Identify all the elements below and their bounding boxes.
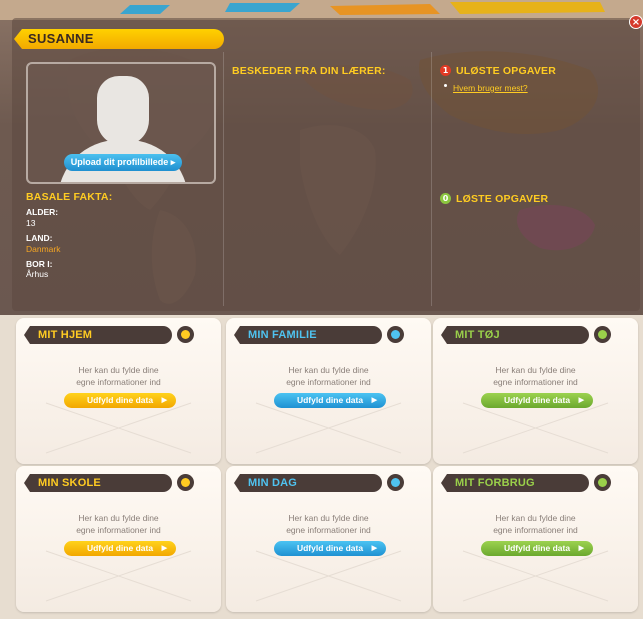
unsolved-tasks-icon: 1 bbox=[440, 65, 451, 76]
bullet-icon bbox=[444, 84, 447, 87]
card-tab: MIT HJEM bbox=[24, 326, 172, 344]
chevron-right-icon: ▸ bbox=[170, 157, 176, 167]
fill-data-button[interactable]: Udfyld dine data ▶ bbox=[274, 541, 386, 556]
fact-value-country: Danmark bbox=[26, 244, 61, 254]
card-mit-toej: MIT TØJ Her kan du fylde dine egne inform… bbox=[433, 318, 638, 464]
card-tab: MIN SKOLE bbox=[24, 474, 172, 492]
card-status-icon bbox=[177, 326, 194, 343]
card-min-familie: MIN FAMILIE Her kan du fylde dine egne in… bbox=[226, 318, 431, 464]
fill-data-button[interactable]: Udfyld dine data ▶ bbox=[274, 393, 386, 408]
fact-label-city: BOR I: bbox=[26, 259, 53, 269]
card-status-icon bbox=[387, 326, 404, 343]
fill-data-button[interactable]: Udfyld dine data ▶ bbox=[481, 541, 593, 556]
unsolved-tasks-title: ULØSTE OPGAVER bbox=[456, 65, 557, 77]
card-mit-forbrug: MIT FORBRUG Her kan du fylde dine egne in… bbox=[433, 466, 638, 612]
column-divider bbox=[223, 52, 224, 306]
column-divider bbox=[431, 52, 432, 306]
upload-profile-picture-button[interactable]: Upload dit profilbillede ▸ bbox=[64, 154, 182, 171]
card-mit-hjem: MIT HJEM Her kan du fylde dine egne infor… bbox=[16, 318, 221, 464]
card-title: MIN SKOLE bbox=[38, 477, 101, 489]
card-title: MIT FORBRUG bbox=[455, 477, 535, 489]
chevron-right-icon: ▶ bbox=[161, 397, 167, 404]
card-description: Her kan du fylde dine egne informationer … bbox=[286, 365, 371, 387]
fact-value-age: 13 bbox=[26, 218, 36, 228]
chevron-right-icon: ▶ bbox=[578, 545, 584, 552]
chevron-right-icon: ▶ bbox=[371, 397, 377, 404]
fact-label-country: LAND: bbox=[26, 233, 53, 243]
card-description: Her kan du fylde dine egne informationer … bbox=[76, 365, 161, 387]
basic-facts-title: BASALE FAKTA: bbox=[26, 191, 113, 203]
chevron-right-icon: ▶ bbox=[161, 545, 167, 552]
chevron-right-icon: ▶ bbox=[578, 397, 584, 404]
card-title: MIT TØJ bbox=[455, 329, 500, 341]
card-min-dag: MIN DAG Her kan du fylde dine egne inform… bbox=[226, 466, 431, 612]
profile-name: SUSANNE bbox=[28, 31, 94, 46]
solved-tasks-title: LØSTE OPGAVER bbox=[456, 193, 549, 205]
fact-value-city: Århus bbox=[26, 269, 49, 279]
card-status-icon bbox=[594, 474, 611, 491]
card-title: MIN DAG bbox=[248, 477, 298, 489]
card-description: Her kan du fylde dine egne informationer … bbox=[76, 513, 161, 535]
card-status-icon bbox=[387, 474, 404, 491]
card-description: Her kan du fylde dine egne informationer … bbox=[493, 365, 578, 387]
card-status-icon bbox=[177, 474, 194, 491]
card-title: MIT HJEM bbox=[38, 329, 93, 341]
solved-tasks-icon: 0 bbox=[440, 193, 451, 204]
card-tab: MIT TØJ bbox=[441, 326, 589, 344]
card-tab: MIN DAG bbox=[234, 474, 382, 492]
fact-label-age: ALDER: bbox=[26, 207, 59, 217]
card-tab: MIT FORBRUG bbox=[441, 474, 589, 492]
fill-data-button[interactable]: Udfyld dine data ▶ bbox=[64, 541, 176, 556]
card-title: MIN FAMILIE bbox=[248, 329, 317, 341]
card-tab: MIN FAMILIE bbox=[234, 326, 382, 344]
card-min-skole: MIN SKOLE Her kan du fylde dine egne info… bbox=[16, 466, 221, 612]
close-icon[interactable]: × bbox=[629, 15, 643, 29]
card-description: Her kan du fylde dine egne informationer … bbox=[286, 513, 371, 535]
fill-data-button[interactable]: Udfyld dine data ▶ bbox=[64, 393, 176, 408]
teacher-messages-title: BESKEDER FRA DIN LÆRER: bbox=[232, 65, 386, 77]
chevron-right-icon: ▶ bbox=[371, 545, 377, 552]
profile-name-tab: SUSANNE bbox=[14, 29, 224, 49]
card-description: Her kan du fylde dine egne informationer … bbox=[493, 513, 578, 535]
card-status-icon bbox=[594, 326, 611, 343]
fill-data-button[interactable]: Udfyld dine data ▶ bbox=[481, 393, 593, 408]
unsolved-task-link[interactable]: Hvem bruger mest? bbox=[453, 83, 528, 93]
avatar-silhouette-head bbox=[97, 76, 149, 146]
